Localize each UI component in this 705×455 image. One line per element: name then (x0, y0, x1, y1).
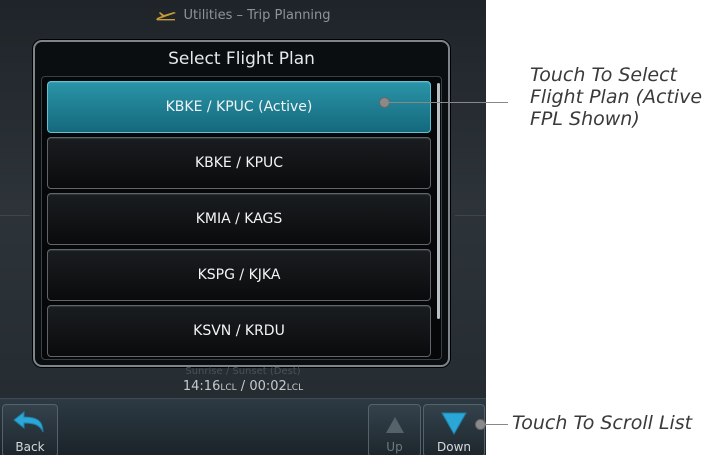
callout-leader-line (388, 102, 508, 103)
sunrise-time: 14:16 (182, 379, 221, 394)
back-button[interactable]: Back (2, 404, 58, 455)
row-label: KMIA / KAGS (195, 211, 283, 227)
background-divider (0, 215, 30, 216)
page-title: Utilities – Trip Planning (183, 8, 331, 23)
select-flight-plan-popup: Select Flight Plan KBKE / KPUC (Active) … (33, 40, 450, 367)
back-arrow-icon (13, 410, 44, 433)
scroll-down-button[interactable]: Down (423, 404, 485, 455)
up-arrow-icon (386, 417, 404, 433)
down-arrow-icon (441, 412, 467, 436)
scroll-up-button[interactable]: Up (368, 404, 421, 455)
sunrise-sunset-label: Sunrise / Sunset (Dest) (185, 366, 301, 377)
device-screen: Utilities – Trip Planning Select Flight … (0, 0, 486, 455)
flight-plan-row-active[interactable]: KBKE / KPUC (Active) (47, 81, 431, 133)
callout-scroll-list: Touch To Scroll List (512, 412, 693, 434)
row-label: KSVN / KRDU (193, 323, 285, 339)
flight-plan-row[interactable]: KSPG / KJKA (47, 249, 431, 301)
scrollbar[interactable] (437, 83, 440, 319)
title-bar: Utilities – Trip Planning (0, 0, 486, 32)
flight-plan-row[interactable]: KBKE / KPUC (47, 137, 431, 189)
callout-select-flight-plan: Touch To Select Flight Plan (Active FPL … (530, 64, 703, 130)
flight-plan-row[interactable]: KMIA / KAGS (47, 193, 431, 245)
back-button-label: Back (15, 440, 45, 454)
down-button-label: Down (436, 440, 471, 454)
time-unit: LCL (286, 383, 304, 393)
time-separator: / (240, 379, 246, 394)
flight-plan-row[interactable]: KSVN / KRDU (47, 305, 431, 357)
time-unit: LCL (220, 383, 237, 393)
flight-plan-list: KBKE / KPUC (Active) KBKE / KPUC KMIA / … (41, 76, 442, 360)
row-label: KBKE / KPUC (194, 155, 284, 171)
row-label: KSPG / KJKA (197, 267, 281, 283)
up-button-label: Up (386, 440, 403, 454)
airplane-icon (156, 11, 177, 20)
background-divider (455, 215, 486, 216)
row-label: KBKE / KPUC (Active) (165, 99, 313, 115)
callout-leader-line (484, 424, 508, 425)
sunrise-sunset-times: 14:16LCL / 00:02LCL (0, 379, 486, 394)
sunset-time: 00:02 (249, 379, 287, 394)
popup-title: Select Flight Plan (168, 49, 315, 69)
